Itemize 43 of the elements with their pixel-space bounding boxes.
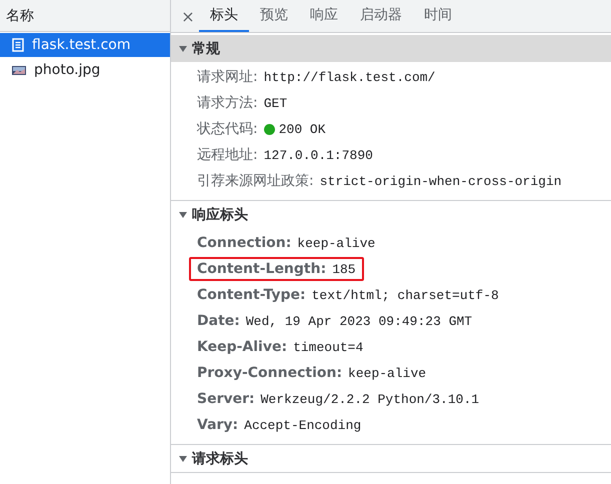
header-name: Date: (197, 313, 240, 329)
column-header[interactable]: 名称 (6, 6, 34, 24)
triangle-icon (179, 456, 187, 462)
header-value: timeout=4 (293, 340, 364, 354)
header-value: keep-alive (348, 366, 426, 380)
header-name: 引荐来源网址政策: (197, 172, 314, 190)
tab[interactable]: 标头 (199, 0, 249, 32)
header-value: 200 OK (278, 122, 326, 136)
request-item[interactable]: photo.jpg (0, 58, 170, 82)
triangle-icon (179, 46, 187, 52)
header-name: Server: (197, 391, 255, 407)
header-value: 127.0.0.1:7890 (264, 148, 373, 162)
header-value: 185 (332, 262, 356, 276)
header-name: Content-Type: (197, 287, 306, 303)
section-header[interactable]: 常规 (171, 35, 611, 62)
header-name: Keep-Alive: (197, 339, 288, 355)
header-value: GET (264, 96, 288, 110)
header-name: Proxy-Connection: (197, 365, 342, 381)
header-name: Content-Length: (197, 261, 326, 277)
section-header[interactable]: 响应标头 (171, 201, 611, 228)
header-name: 状态代码: (197, 120, 258, 138)
header-value: http://flask.test.com/ (264, 70, 436, 84)
header-name: 请求方法: (197, 94, 258, 112)
header-value: Accept-Encoding (244, 418, 362, 432)
section-header[interactable]: 请求标头 (171, 445, 611, 472)
tab[interactable]: 时间 (413, 0, 463, 32)
header-value: Wed, 19 Apr 2023 09:49:23 GMT (246, 314, 472, 328)
header-value: text/html; charset=utf-8 (312, 288, 499, 302)
triangle-icon (179, 212, 187, 218)
image-icon (12, 66, 26, 74)
header-value: keep-alive (297, 236, 376, 250)
document-icon (12, 38, 24, 52)
request-item[interactable]: flask.test.com (0, 33, 170, 57)
header-value: Werkzeug/2.2.2 Python/3.10.1 (260, 392, 480, 406)
close-button[interactable]: × (177, 0, 199, 32)
header-name: Connection: (197, 235, 292, 251)
tab[interactable]: 响应 (299, 0, 349, 32)
header-name: Vary: (197, 417, 238, 433)
header-name: 请求网址: (197, 68, 258, 86)
tab[interactable]: 启动器 (349, 0, 413, 32)
header-value: strict-origin-when-cross-origin (320, 174, 562, 188)
tab[interactable]: 预览 (249, 0, 299, 32)
header-name: 远程地址: (197, 146, 258, 164)
